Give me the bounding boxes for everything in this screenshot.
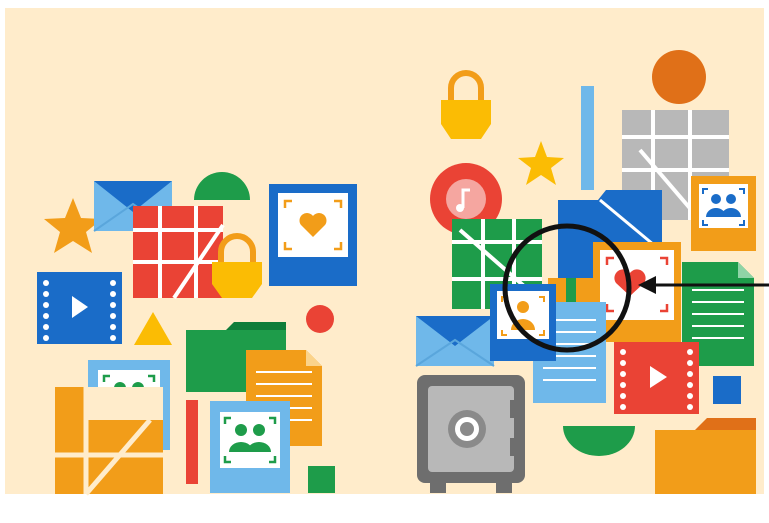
envelope-icon (415, 316, 495, 367)
square-icon (713, 376, 741, 404)
people-photo-icon (210, 401, 290, 493)
people-photo-icon (691, 176, 756, 251)
heart-photo-icon (593, 242, 681, 342)
circle-icon (652, 50, 706, 104)
person-photo-icon (490, 284, 556, 361)
video-icon (37, 272, 122, 344)
square-icon (308, 466, 335, 493)
dot-icon (306, 305, 334, 333)
grid-tile-icon (55, 387, 163, 496)
illustration-canvas (0, 0, 769, 523)
grid-tile-icon (133, 206, 225, 300)
safe-icon (417, 375, 525, 493)
right-cluster (415, 50, 769, 494)
bar-icon (581, 86, 594, 190)
bar-icon (186, 400, 198, 484)
illustration (0, 0, 769, 523)
heart-photo-icon (269, 184, 357, 286)
video-icon (614, 342, 699, 414)
